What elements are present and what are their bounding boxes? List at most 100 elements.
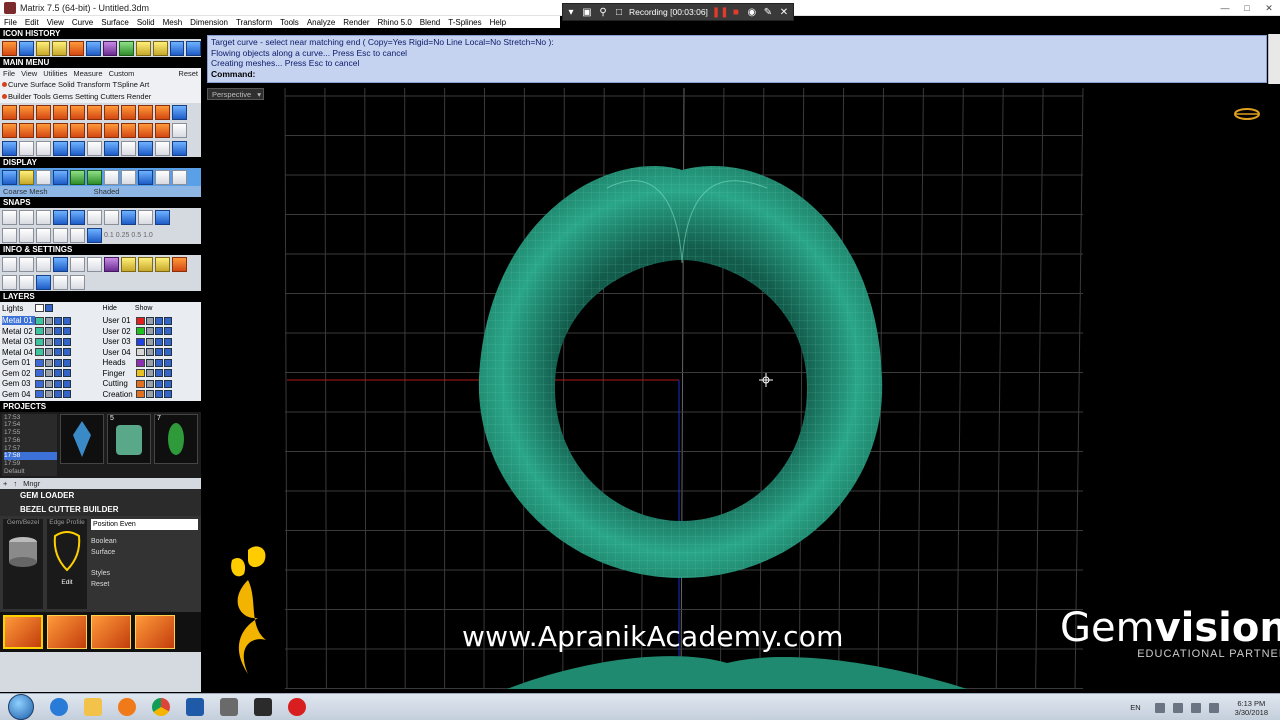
layer-toggle-icon[interactable]: [163, 337, 172, 346]
layer-toggle-icon[interactable]: [154, 358, 163, 367]
layer-name[interactable]: Gem 02: [2, 369, 35, 378]
snap-icon[interactable]: [2, 227, 17, 243]
display-mode-icon[interactable]: [138, 169, 153, 185]
layer-toggle-icon[interactable]: [45, 358, 53, 367]
maximize-icon[interactable]: □: [1236, 0, 1258, 16]
windows-start-icon[interactable]: [8, 694, 34, 720]
layer-color-swatch[interactable]: [35, 379, 44, 388]
project-list-item[interactable]: 17:56: [4, 437, 57, 445]
layer-toggle-icon[interactable]: [145, 316, 154, 325]
back-arrow-icon[interactable]: [169, 40, 185, 56]
tool-icon[interactable]: [36, 140, 51, 156]
menu-analyze[interactable]: Analyze: [307, 18, 335, 27]
menu-surface[interactable]: Surface: [101, 18, 129, 27]
position-dropdown[interactable]: Position Even: [91, 518, 198, 530]
layer-color-swatch[interactable]: [135, 390, 145, 399]
close-icon[interactable]: ✕: [1258, 0, 1280, 16]
layer-toggle-icon[interactable]: [163, 348, 172, 357]
tool-icon[interactable]: [155, 122, 170, 138]
layer-toggle-icon[interactable]: [63, 390, 71, 399]
layer-name[interactable]: User 03: [103, 337, 136, 346]
menu-blend[interactable]: Blend: [420, 18, 440, 27]
tool-icon[interactable]: [19, 122, 34, 138]
layer-color-swatch[interactable]: [135, 327, 145, 336]
history-tool-icon[interactable]: [85, 40, 101, 56]
surface-option[interactable]: Surface: [91, 547, 198, 558]
layer-name[interactable]: Gem 03: [2, 379, 35, 388]
language-indicator[interactable]: EN: [1130, 703, 1140, 712]
layer-toggle-icon[interactable]: [45, 379, 53, 388]
display-mode-icon[interactable]: [104, 169, 119, 185]
internet-explorer-icon[interactable]: [42, 694, 76, 720]
info-tool-icon[interactable]: [19, 274, 34, 290]
hide-all-button[interactable]: Hide: [103, 305, 117, 312]
tool-icon[interactable]: [172, 104, 187, 120]
history-tool-icon[interactable]: [136, 40, 151, 56]
bezel-cutter-header[interactable]: BEZEL CUTTER BUILDER: [0, 502, 201, 516]
layer-toggle-icon[interactable]: [63, 337, 71, 346]
forward-arrow-icon[interactable]: [186, 40, 201, 56]
display-mode-icon[interactable]: [19, 169, 34, 185]
layer-toggle-icon[interactable]: [163, 316, 172, 325]
layer-name[interactable]: Metal 01: [2, 316, 35, 326]
layer-toggle-icon[interactable]: [54, 390, 62, 399]
layer-toggle-icon[interactable]: [45, 390, 53, 399]
history-tool-icon[interactable]: [119, 40, 134, 56]
tool-icon[interactable]: [172, 122, 187, 138]
layer-toggle-icon[interactable]: [145, 337, 154, 346]
snap-icon[interactable]: [155, 209, 170, 225]
layer-color-swatch[interactable]: [35, 369, 44, 378]
project-list-item[interactable]: 17:53: [4, 414, 57, 422]
layer-name[interactable]: User 04: [103, 348, 136, 357]
manager-button[interactable]: Mngr: [23, 479, 40, 488]
tool-icon[interactable]: [138, 122, 153, 138]
layer-color-swatch[interactable]: [135, 379, 145, 388]
layer-toggle-icon[interactable]: [154, 337, 163, 346]
info-tool-icon[interactable]: [36, 274, 51, 290]
display-mode-icon[interactable]: [121, 169, 136, 185]
snap-icon[interactable]: [2, 209, 17, 225]
layer-toggle-icon[interactable]: [63, 316, 71, 325]
layer-toggle-icon[interactable]: [45, 348, 53, 357]
project-thumbnail[interactable]: 5: [107, 413, 151, 464]
layer-name[interactable]: Metal 04: [2, 348, 35, 357]
circle-icon[interactable]: [172, 140, 187, 156]
layer-toggle-icon[interactable]: [45, 337, 53, 346]
display-mode-icon[interactable]: [155, 169, 170, 185]
layer-name[interactable]: User 01: [103, 316, 136, 325]
layer-toggle-icon[interactable]: [145, 358, 154, 367]
layer-toggle-icon[interactable]: [45, 316, 53, 325]
seven-zip-icon[interactable]: [178, 694, 212, 720]
info-tool-icon[interactable]: [36, 256, 51, 272]
tool-icon[interactable]: [121, 122, 136, 138]
main-menu-utilities[interactable]: Utilities: [43, 69, 67, 78]
edit-profile-button[interactable]: Edit: [47, 579, 87, 586]
info-tool-icon[interactable]: [70, 256, 85, 272]
layer-toggle-icon[interactable]: [145, 327, 154, 336]
viewport-label[interactable]: Perspective ▾: [207, 88, 264, 100]
info-tool-icon[interactable]: [19, 256, 34, 272]
layer-toggle-icon[interactable]: [154, 327, 163, 336]
layer-color-swatch[interactable]: [35, 337, 44, 346]
layer-toggle-icon[interactable]: [63, 379, 71, 388]
project-list-item[interactable]: Default: [4, 468, 57, 476]
gem-loader-header[interactable]: GEM LOADER: [0, 488, 201, 503]
history-tool-icon[interactable]: [52, 40, 67, 56]
main-menu-custom[interactable]: Custom: [109, 69, 135, 78]
rhino-icon[interactable]: [212, 694, 246, 720]
snap-icon[interactable]: [87, 209, 102, 225]
snap-icon[interactable]: [19, 209, 34, 225]
history-tool-icon[interactable]: [102, 40, 118, 56]
layer-color-swatch[interactable]: [35, 390, 44, 399]
display-shaded[interactable]: Shaded: [94, 187, 120, 196]
matrix-taskbar-icon[interactable]: [246, 694, 280, 720]
menu-render[interactable]: Render: [343, 18, 369, 27]
info-tool-icon[interactable]: [87, 256, 102, 272]
gem-bezel-preview[interactable]: Gem/Bezel: [3, 518, 43, 609]
layer-color-swatch[interactable]: [35, 304, 44, 313]
layer-name[interactable]: Gem 04: [2, 390, 35, 399]
menu-help[interactable]: Help: [490, 18, 506, 27]
snap-icon[interactable]: [87, 227, 102, 243]
layer-toggle-icon[interactable]: [154, 390, 163, 399]
info-tool-icon[interactable]: [104, 256, 119, 272]
